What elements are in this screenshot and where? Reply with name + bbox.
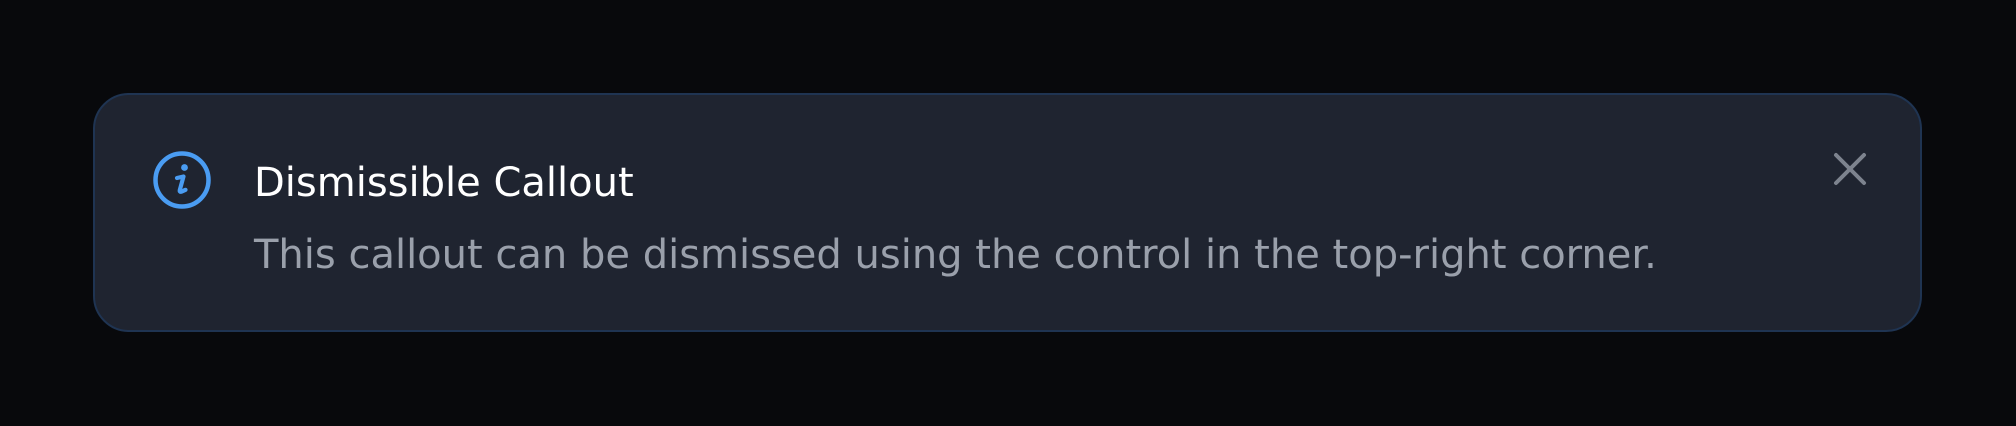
- dismissible-callout: Dismissible Callout This callout can be …: [93, 93, 1922, 332]
- callout-title: Dismissible Callout: [254, 160, 634, 206]
- close-icon: [1834, 153, 1866, 185]
- info-icon: [152, 150, 212, 210]
- callout-message: This callout can be dismissed using the …: [254, 232, 1657, 278]
- dismiss-button[interactable]: [1828, 147, 1872, 191]
